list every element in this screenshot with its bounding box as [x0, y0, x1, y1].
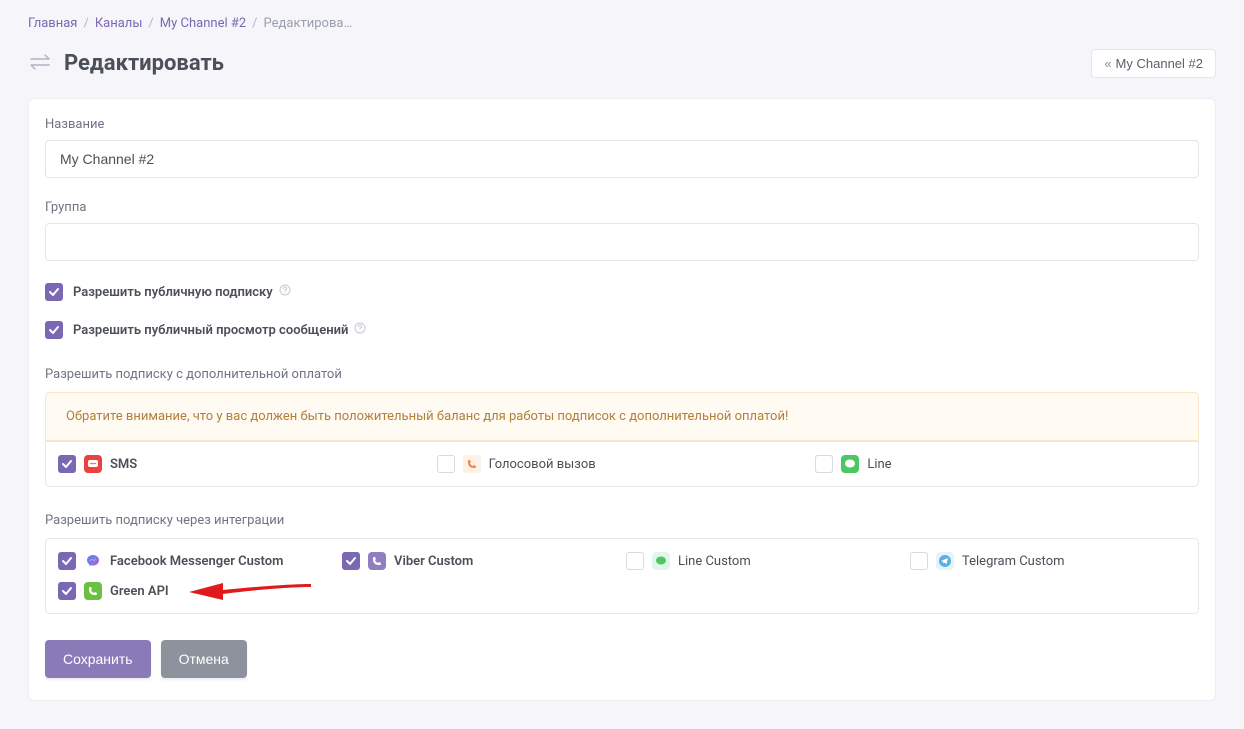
breadcrumb: Главная / Каналы / My Channel #2 / Редак…: [28, 16, 1216, 31]
back-button-label: My Channel #2: [1116, 56, 1203, 71]
public-subscribe-checkbox[interactable]: [45, 283, 63, 301]
edit-card: Название Группа Разрешить публичную подп…: [28, 98, 1216, 701]
integrations-section-label: Разрешить подписку через интеграции: [45, 513, 1199, 528]
name-label: Название: [45, 117, 1199, 132]
fb-label: Facebook Messenger Custom: [110, 554, 283, 569]
line-label: Line: [867, 457, 891, 472]
line-custom-icon: [652, 552, 670, 570]
swap-icon: [28, 53, 52, 75]
group-label: Группа: [45, 200, 1199, 215]
messenger-icon: [84, 552, 102, 570]
fb-checkbox[interactable]: [58, 552, 76, 570]
green-label: Green API: [110, 584, 169, 599]
public-subscribe-label: Разрешить публичную подписку: [73, 285, 273, 300]
viber-label: Viber Custom: [394, 554, 473, 569]
tg-label: Telegram Custom: [962, 554, 1065, 569]
warning-alert: Обратите внимание, что у вас должен быть…: [45, 392, 1199, 441]
linec-label: Line Custom: [678, 554, 751, 569]
telegram-icon: [936, 552, 954, 570]
green-api-icon: [84, 582, 102, 600]
arrow-annotation-icon: [183, 581, 313, 601]
help-icon[interactable]: [354, 322, 366, 338]
name-input[interactable]: [45, 140, 1199, 178]
group-input[interactable]: [45, 223, 1199, 261]
viber-icon: [368, 552, 386, 570]
public-view-checkbox[interactable]: [45, 321, 63, 339]
sms-checkbox[interactable]: [58, 455, 76, 473]
paid-section-label: Разрешить подписку с дополнительной опла…: [45, 367, 1199, 382]
back-button[interactable]: « My Channel #2: [1091, 49, 1216, 78]
sms-icon: [84, 455, 102, 473]
save-button[interactable]: Сохранить: [45, 640, 151, 678]
help-icon[interactable]: [279, 284, 291, 300]
chevron-left-icon: «: [1104, 56, 1111, 71]
breadcrumb-sep-icon: /: [83, 16, 88, 31]
line-icon: [841, 455, 859, 473]
viber-checkbox[interactable]: [342, 552, 360, 570]
breadcrumb-channel[interactable]: My Channel #2: [160, 16, 246, 31]
breadcrumb-sep-icon: /: [148, 16, 153, 31]
breadcrumb-current: Редактирова…: [264, 16, 353, 31]
breadcrumb-home[interactable]: Главная: [28, 16, 77, 31]
tg-checkbox[interactable]: [910, 552, 928, 570]
breadcrumb-sep-icon: /: [252, 16, 257, 31]
public-view-label: Разрешить публичный просмотр сообщений: [73, 323, 348, 338]
voice-label: Голосовой вызов: [489, 457, 596, 472]
sms-label: SMS: [110, 457, 137, 472]
phone-icon: [463, 455, 481, 473]
voice-checkbox[interactable]: [437, 455, 455, 473]
line-checkbox[interactable]: [815, 455, 833, 473]
linec-checkbox[interactable]: [626, 552, 644, 570]
cancel-button[interactable]: Отмена: [161, 640, 247, 678]
breadcrumb-channels[interactable]: Каналы: [95, 16, 143, 31]
green-checkbox[interactable]: [58, 582, 76, 600]
page-title: Редактировать: [64, 51, 224, 76]
